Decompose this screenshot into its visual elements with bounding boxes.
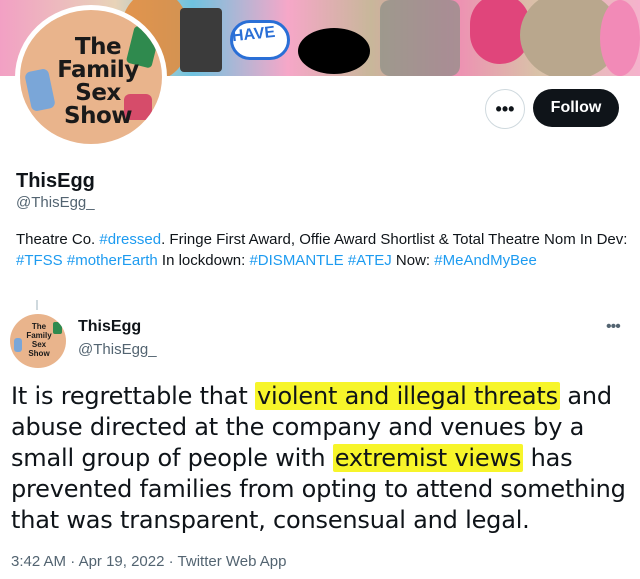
banner-collage-shape	[380, 0, 460, 76]
more-options-button[interactable]: •••	[485, 89, 525, 129]
follow-button[interactable]: Follow	[533, 89, 619, 127]
tweet-text: It is regrettable that violent and illeg…	[11, 382, 626, 534]
avatar-logo-text: The Family Sex Show	[26, 322, 52, 358]
profile-bio: Theatre Co. #dressed. Fringe First Award…	[16, 231, 628, 269]
hashtag-link[interactable]: #ATEJ	[348, 252, 392, 269]
tweet-author-name[interactable]: ThisEgg	[78, 318, 141, 336]
banner-collage-shape	[600, 0, 640, 76]
banner-photo	[180, 8, 222, 72]
banner-redaction	[298, 28, 370, 74]
hashtag-link[interactable]: #dressed	[99, 231, 161, 248]
tweet-author-avatar[interactable]: The Family Sex Show	[10, 314, 66, 368]
hashtag-link[interactable]: #DISMANTLE	[249, 252, 343, 269]
hashtag-link[interactable]: #motherEarth	[67, 252, 158, 269]
highlighted-text: violent and illegal threats	[254, 382, 560, 410]
tweet-more-icon[interactable]: •••	[606, 318, 621, 336]
avatar-logo-text: The Family Sex Show	[57, 34, 139, 129]
hashtag-link[interactable]: #MeAndMyBee	[434, 252, 537, 269]
avatar-decoration	[14, 338, 22, 352]
tweet-metadata: 3:42 AM · Apr 19, 2022 · Twitter Web App	[11, 553, 287, 570]
hashtag-link[interactable]: #TFSS	[16, 252, 63, 269]
highlighted-text: extremist views	[332, 444, 524, 472]
tweet-date[interactable]: Apr 19, 2022	[79, 553, 165, 570]
profile-handle: @ThisEgg_	[16, 194, 95, 211]
tweet-time[interactable]: 3:42 AM	[11, 553, 66, 570]
more-icon: •••	[495, 98, 515, 119]
profile-avatar[interactable]: The Family Sex Show	[15, 5, 167, 149]
tweet-author-handle[interactable]: @ThisEgg_	[78, 341, 157, 358]
profile-display-name: ThisEgg	[16, 170, 95, 192]
tweet-source-app: Twitter Web App	[177, 553, 287, 570]
divider	[36, 300, 38, 310]
